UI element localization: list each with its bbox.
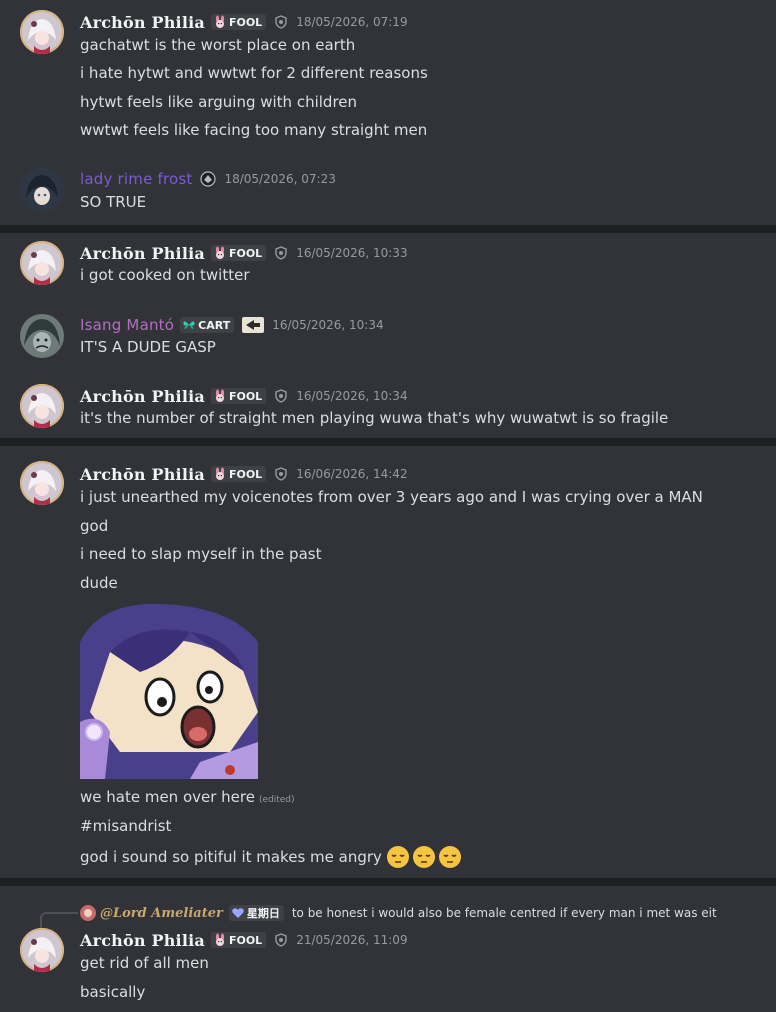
avatar-isang-image [20,314,64,358]
avatar[interactable] [20,168,64,212]
username[interactable]: Archōn Philia [80,931,205,950]
guild-tag-label: CART [198,318,231,332]
message-line: i hate hytwt and wwtwt for 2 different r… [80,64,428,82]
bunny-tag-icon [215,246,225,259]
message-line: i got cooked on twitter [80,266,250,284]
avatar[interactable] [20,384,64,428]
message-line: get rid of all men [80,954,209,972]
guild-tag[interactable]: FOOL [210,388,267,404]
timestamp[interactable]: 16/05/2026, 10:34 [296,389,407,403]
shield-icon[interactable] [274,15,288,29]
timestamp[interactable]: 16/05/2026, 10:34 [272,318,383,332]
message-line: god i sound so pitiful it makes me angry [80,845,462,869]
reply-spine [40,912,78,928]
message-group-1: Archōn Philia FOOL 18/05/2026, 07:19 gac… [0,0,776,225]
message-line: god [80,517,109,535]
divider [0,225,776,233]
message-line: i need to slap myself in the past [80,545,322,563]
message-header: lady rime frost 18/05/2026, 07:23 [80,168,336,190]
message-line: wwtwt feels like facing too many straigh… [80,121,428,139]
reply-avatar-icon [80,905,96,921]
reply-preview[interactable]: @Lord Ameliater 星期日 to be honest i would… [80,904,717,922]
message-header: Archōn Philia FOOL 16/06/2026, 14:42 [80,463,408,485]
avatar-archon-image [20,384,64,428]
message-line: IT'S A DUDE GASP [80,338,216,356]
arrow-badge-icon[interactable] [242,317,265,333]
timestamp[interactable]: 18/05/2026, 07:23 [224,172,335,186]
message-line: dude [80,574,118,592]
sleepy-face-emoji[interactable] [438,845,462,869]
message-text: god i sound so pitiful it makes me angry [80,848,382,866]
sticker-image[interactable] [80,602,258,779]
message-line: it's the number of straight men playing … [80,409,669,427]
message-line: i just unearthed my voicenotes from over… [80,488,703,506]
message-header: Archōn Philia FOOL 21/05/2026, 11:09 [80,929,408,951]
reply-tag-label: 星期日 [246,907,280,920]
bunny-tag-icon [215,15,225,28]
reply-text: to be honest i would also be female cent… [291,906,717,920]
guild-tag-label: FOOL [228,467,263,481]
avatar-rime-image [20,168,64,212]
bunny-tag-icon [215,467,225,480]
message-group-2: Archōn Philia FOOL 16/05/2026, 10:33 i g… [0,233,776,438]
message-line: basically [80,983,146,1001]
message-text: we hate men over here [80,788,255,806]
avatar[interactable] [20,461,64,505]
guild-tag[interactable]: CART [180,317,235,333]
avatar-archon-image [20,241,64,285]
guild-tag-label: FOOL [228,933,263,947]
reply-guild-tag[interactable]: 星期日 [228,905,284,921]
heart-tag-icon [232,908,244,918]
guild-tag-label: FOOL [228,246,263,260]
guild-tag[interactable]: FOOL [210,245,267,261]
bunny-tag-icon [215,933,225,946]
username[interactable]: Isang Mantó [80,316,174,334]
username[interactable]: lady rime frost [80,170,192,188]
clan-badge-icon[interactable] [200,171,217,187]
avatar[interactable] [20,241,64,285]
avatar-archon-image [20,461,64,505]
guild-tag-label: FOOL [228,389,263,403]
guild-tag-label: FOOL [228,15,263,29]
avatar[interactable] [20,928,64,972]
shield-icon[interactable] [274,389,288,403]
shield-icon[interactable] [274,933,288,947]
timestamp[interactable]: 16/06/2026, 14:42 [296,467,407,481]
message-header: Archōn Philia FOOL 18/05/2026, 07:19 [80,11,408,33]
username[interactable]: Archōn Philia [80,244,205,263]
guild-tag[interactable]: FOOL [210,932,267,948]
avatar[interactable] [20,314,64,358]
avatar[interactable] [20,10,64,54]
guild-tag[interactable]: FOOL [210,466,267,482]
message-header: Isang Mantó CART 16/05/2026, 10:34 [80,314,384,336]
divider [0,878,776,886]
message-header: Archōn Philia FOOL 16/05/2026, 10:33 [80,242,408,264]
avatar-archon-image [20,10,64,54]
sleepy-face-emoji[interactable] [412,845,436,869]
message-line: SO TRUE [80,193,147,211]
shield-icon[interactable] [274,246,288,260]
username[interactable]: Archōn Philia [80,387,205,406]
guild-tag[interactable]: FOOL [210,14,267,30]
timestamp[interactable]: 18/05/2026, 07:19 [296,15,407,29]
message-line: we hate men over here (edited) [80,788,295,806]
bunny-tag-icon [215,389,225,402]
sleepy-face-emoji[interactable] [386,845,410,869]
avatar-archon-image [20,928,64,972]
message-line: gachatwt is the worst place on earth [80,36,356,54]
message-line: #misandrist [80,817,172,835]
timestamp[interactable]: 16/05/2026, 10:33 [296,246,407,260]
divider [0,438,776,446]
butterfly-tag-icon [183,321,195,329]
shield-icon[interactable] [274,467,288,481]
username[interactable]: Archōn Philia [80,465,205,484]
message-header: Archōn Philia FOOL 16/05/2026, 10:34 [80,385,408,407]
edited-label: (edited) [258,795,295,805]
reply-author[interactable]: @Lord Ameliater [100,906,223,921]
username[interactable]: Archōn Philia [80,13,205,32]
timestamp[interactable]: 21/05/2026, 11:09 [296,933,407,947]
message-line: hytwt feels like arguing with children [80,93,358,111]
